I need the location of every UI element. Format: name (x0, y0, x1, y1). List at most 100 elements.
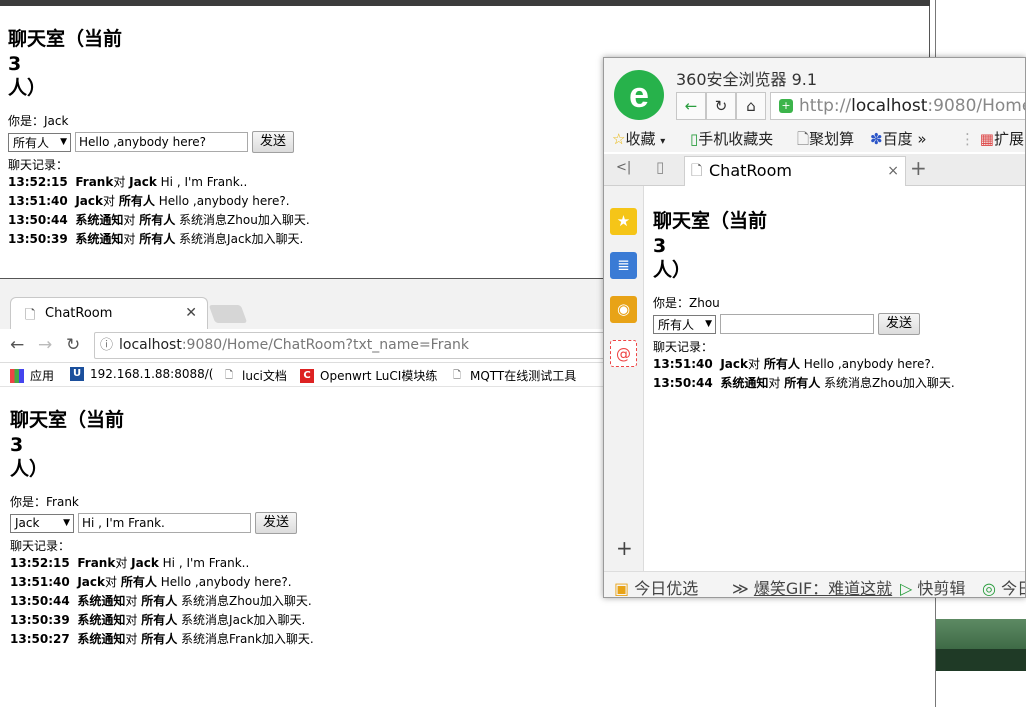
background-window-bar (936, 649, 1026, 671)
bookmark-label: 192.168.1.88:8088/( (90, 367, 214, 381)
shield-icon: + (779, 99, 793, 113)
u-icon: U (70, 367, 84, 381)
status-label: 今日优选 (634, 579, 699, 598)
title-line: 聊天室（当前 (8, 28, 123, 50)
paw-icon: ✽ (870, 130, 883, 148)
message-input[interactable]: Hello ,anybody here? (75, 132, 248, 152)
home-icon[interactable]: ⌂ (736, 92, 766, 120)
title-line: 聊天室（当前 (653, 210, 768, 232)
bookmark-label: Openwrt LuCI模块练 (320, 369, 438, 383)
current-user-label: 你是：Zhou (653, 296, 720, 310)
online-count: 3 (10, 434, 24, 456)
tab-title: ChatRoom (709, 161, 792, 180)
phone-icon[interactable]: ▯ (656, 158, 664, 176)
close-icon[interactable]: × (887, 157, 899, 185)
browser-name: 360安全浏览器 9.1 (676, 70, 818, 89)
star-icon: ☆ (612, 130, 626, 148)
current-user-label: 你是：Jack (8, 114, 69, 128)
bookmark-luci[interactable]: 🗋 luci文档 (222, 367, 287, 384)
history-label: 聊天记录： (10, 539, 71, 553)
news-icon[interactable]: ≣ (610, 252, 637, 279)
tab-chatroom[interactable]: 🗋 ChatRoom × (684, 156, 906, 186)
status-item-gif[interactable]: ≫ 爆笑GIF：难道这就 (732, 575, 893, 598)
jack-chat-panel: 聊天室（当前 3 人） 你是：Jack 所有人 ▼ Hello ,anybody… (8, 26, 310, 249)
page-title: 聊天室（当前 3 人） (653, 208, 793, 284)
recipient-select[interactable]: 所有人 ▼ (8, 132, 71, 152)
info-icon[interactable]: ⓘ (100, 333, 113, 358)
status-item-today[interactable]: ▣ 今日优选 (614, 575, 699, 598)
url-host: localhost (119, 337, 182, 353)
new-tab-button[interactable] (208, 305, 248, 323)
browser-logo-icon: e (614, 70, 664, 120)
bookmark-mqtt[interactable]: 🗋 MQTT在线测试工具 (450, 367, 576, 384)
send-button[interactable]: 发送 (878, 313, 921, 335)
current-user-label: 你是：Frank (10, 495, 79, 509)
tab-chatroom[interactable]: 🗋 ChatRoom ✕ (10, 297, 208, 329)
address-bar[interactable]: ⓘ localhost:9080/Home/ChatRoom?txt_name=… (94, 332, 614, 359)
page-title: 聊天室（当前 3 人） (8, 26, 148, 102)
bookmark-label: 百度 (882, 130, 913, 148)
status-label: 快剪辑 (917, 579, 966, 598)
message-list: 13:52:15 Frank对 Jack Hi , I'm Frank.. 13… (10, 554, 314, 649)
reload-icon[interactable]: ↻ (706, 92, 736, 120)
status-item-today2[interactable]: ◎ 今日 (982, 575, 1025, 597)
star-icon[interactable]: ★ (610, 208, 637, 235)
message-row: 13:50:39 系统通知对 所有人 系统消息Jack加入聊天. (10, 613, 306, 627)
url-prefix: http:// (799, 96, 852, 116)
title-line: 人） (8, 77, 47, 99)
url-path: :9080/Home/ (927, 96, 1025, 116)
c-icon: C (300, 368, 314, 383)
message-row: 13:50:44 系统通知对 所有人 系统消息Zhou加入聊天. (8, 213, 310, 227)
bookmark-apps[interactable]: 应用 (10, 367, 54, 384)
play-icon: ▷ (900, 579, 913, 598)
weibo-icon[interactable]: ◉ (610, 296, 637, 323)
apps-grid-icon (10, 368, 24, 383)
add-icon[interactable]: + (616, 536, 633, 560)
page-title: 聊天室（当前 3 人） (10, 407, 150, 483)
message-input[interactable] (720, 314, 874, 334)
forward-arrow-icon[interactable]: → (38, 335, 52, 355)
bookmark-label: 手机收藏夹 (698, 130, 774, 148)
tab-title: ChatRoom (45, 306, 113, 321)
bookmark-favorites[interactable]: ☆收藏 ▾ (612, 128, 665, 149)
bookmark-mobile[interactable]: ▯手机收藏夹 (690, 128, 773, 149)
back-arrow-icon[interactable]: ← (10, 335, 24, 355)
send-button[interactable]: 发送 (252, 131, 295, 153)
bookmark-baidu[interactable]: ✽百度 » (870, 128, 927, 149)
send-button[interactable]: 发送 (255, 512, 298, 534)
bookmark-juhuasuan[interactable]: 🗋聚划算 (797, 128, 854, 154)
bookmarks-bar: ☆收藏 ▾ ▯手机收藏夹 🗋聚划算 ✽百度 » ⋮ ▦扩展 (604, 124, 1025, 154)
send-controls: 所有人 ▼ 发送 (653, 313, 955, 335)
reload-icon[interactable]: ↻ (66, 335, 80, 355)
gift-icon: ▣ (614, 579, 630, 598)
send-controls: Jack ▼ Hi , I'm Frank. 发送 (10, 512, 314, 534)
message-row: 13:51:40 Jack对 所有人 Hello ,anybody here?. (8, 194, 290, 208)
bookmark-ip[interactable]: U 192.168.1.88:8088/( (70, 367, 213, 381)
status-item-clip[interactable]: ▷ 快剪辑 (900, 575, 966, 598)
bookmark-label: MQTT在线测试工具 (470, 369, 577, 383)
title-line: 人） (10, 458, 49, 480)
frank-chat-panel: 聊天室（当前 3 人） 你是：Frank Jack ▼ Hi , I'm Fra… (10, 407, 314, 649)
chevron-down-icon: ▾ (660, 136, 666, 147)
recipient-select[interactable]: 所有人 ▼ (653, 314, 716, 334)
status-bar: ▣ 今日优选 ≫ 爆笑GIF：难道这就 ▷ 快剪辑 ◎ 今日 (604, 571, 1025, 598)
sidebar-toggle-icon[interactable]: <| (616, 160, 631, 175)
status-label: 爆笑GIF：难道这就 (753, 579, 893, 598)
bookmark-extensions[interactable]: ⋮ ▦扩展 (960, 128, 1024, 149)
background-window-bar (936, 619, 1026, 649)
new-tab-button[interactable]: + (910, 156, 927, 180)
recipient-value: Jack (15, 516, 40, 530)
address-bar[interactable]: + http://localhost:9080/Home/ (770, 92, 1025, 120)
history-label: 聊天记录： (653, 340, 714, 354)
back-arrow-icon[interactable]: ← (676, 92, 706, 120)
recipient-select[interactable]: Jack ▼ (10, 513, 74, 533)
message-row: 13:52:15 Frank对 Jack Hi , I'm Frank.. (8, 175, 248, 189)
online-count: 3 (8, 53, 22, 75)
message-input[interactable]: Hi , I'm Frank. (78, 513, 251, 533)
bookmark-openwrt[interactable]: C Openwrt LuCI模块练 (300, 367, 437, 384)
chevron-down-icon: ▼ (60, 137, 67, 147)
mail-icon[interactable]: @ (610, 340, 637, 367)
more-icon[interactable]: » (917, 130, 926, 148)
chevron-down-icon: ▼ (63, 518, 70, 528)
close-icon[interactable]: ✕ (185, 305, 197, 321)
